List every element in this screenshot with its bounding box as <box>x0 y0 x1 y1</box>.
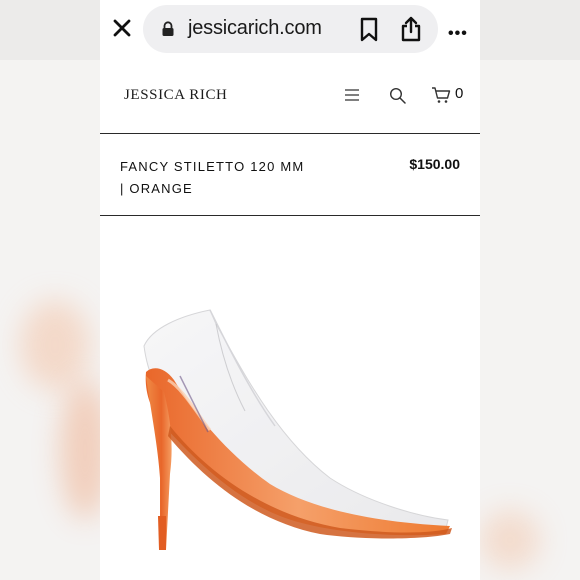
phone-screen: jessicarich.com ••• JESSICA RICH 0 FANCY… <box>100 0 480 580</box>
close-icon[interactable] <box>112 17 132 39</box>
more-icon[interactable]: ••• <box>448 25 468 43</box>
cart-count: 0 <box>455 85 464 102</box>
address-bar[interactable]: jessicarich.com <box>143 5 438 53</box>
blurred-background-right <box>480 0 580 580</box>
hamburger-menu-icon[interactable] <box>344 88 360 107</box>
search-icon[interactable] <box>389 87 406 109</box>
cart-icon[interactable] <box>431 86 451 109</box>
lock-icon <box>161 21 175 42</box>
browser-toolbar: jessicarich.com ••• <box>100 0 480 58</box>
product-info: FANCY STILETTO 120 MM | ORANGE $150.00 <box>100 134 480 214</box>
product-price: $150.00 <box>409 156 460 172</box>
product-title-line2: | ORANGE <box>120 181 193 196</box>
product-title: FANCY STILETTO 120 MM | ORANGE <box>120 156 340 200</box>
site-header: JESSICA RICH 0 <box>100 60 480 132</box>
site-logo[interactable]: JESSICA RICH <box>124 87 227 104</box>
bookmark-icon[interactable] <box>358 17 380 48</box>
product-image[interactable] <box>100 216 480 580</box>
url-text: jessicarich.com <box>188 17 322 39</box>
share-icon[interactable] <box>399 15 423 48</box>
product-title-line1: FANCY STILETTO 120 MM <box>120 159 305 174</box>
blurred-background-left <box>0 0 100 580</box>
